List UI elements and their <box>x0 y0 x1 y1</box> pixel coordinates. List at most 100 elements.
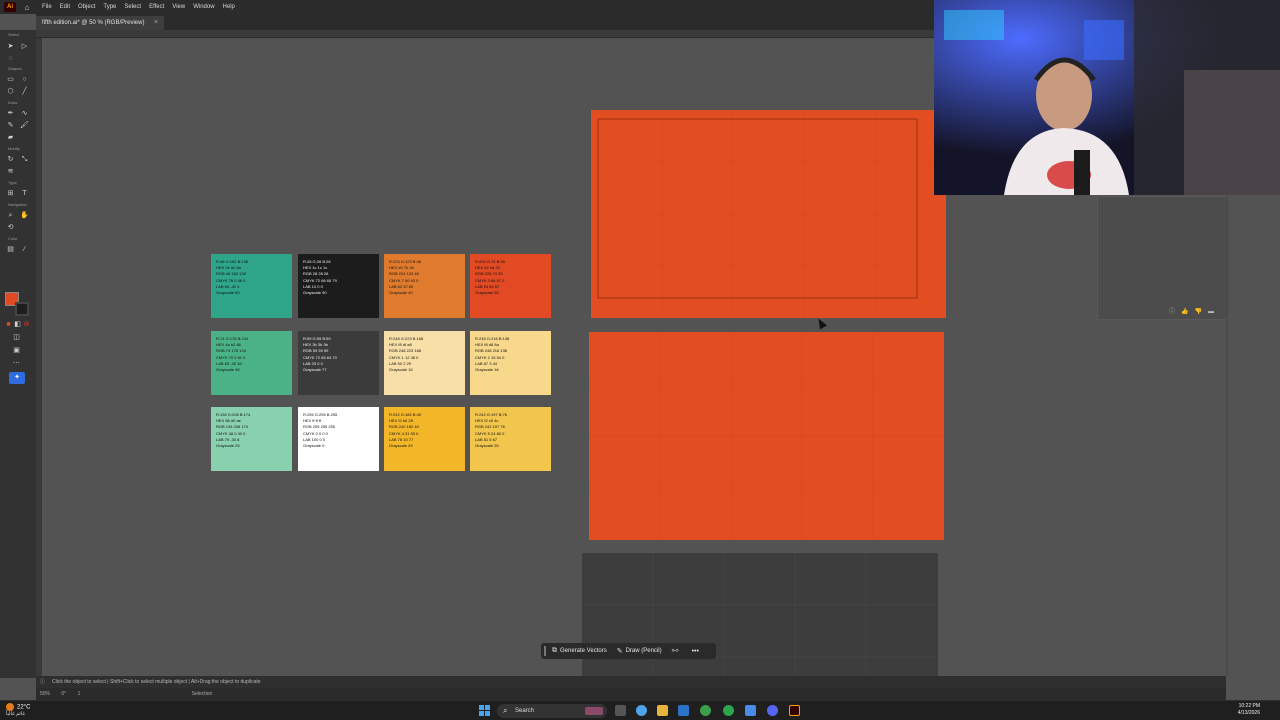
swatch-value: Grayscale 90 <box>303 290 327 296</box>
color-swatch[interactable]: R:28 G:28 B:28 HEX 1c 1c 1c RGB 28 28 28 CM… <box>298 254 379 318</box>
artboard-orange-top[interactable] <box>591 110 946 318</box>
direct-selection-tool-icon[interactable]: ▷ <box>20 42 29 51</box>
task-view-icon[interactable] <box>615 705 626 716</box>
home-icon[interactable]: ⌂ <box>20 3 34 12</box>
generate-vectors-button[interactable]: ⧉ Generate Vectors <box>552 647 607 655</box>
thumbs-up-icon[interactable]: 👍 <box>1181 309 1194 315</box>
link-button[interactable]: ⧟ <box>672 647 682 655</box>
ellipse-tool-icon[interactable]: ○ <box>20 75 29 84</box>
toolbar-section-draw: Draw <box>8 100 18 105</box>
lasso-tool-icon[interactable]: ◌ <box>6 54 15 63</box>
draw-pencil-button[interactable]: ✎ Draw (Pencil) <box>617 647 662 655</box>
artboard-navigator[interactable]: 1 <box>78 691 81 697</box>
color-swatch[interactable]: R:242 G:197 B:76 HEX f2 c5 4c RGB 242 197 … <box>470 407 551 471</box>
color-swatch[interactable]: R:242 G:182 B:40 HEX f2 b6 28 RGB 242 182 … <box>384 407 465 471</box>
brush-tool-icon[interactable]: 🖌 <box>20 121 29 130</box>
color-swatch[interactable]: R:255 G:255 B:255 HEX ff ff ff RGB 255 255… <box>298 407 379 471</box>
gradient-tool-icon[interactable]: ▤ <box>6 245 15 254</box>
comments-panel[interactable]: ⓘ👍👎▬ <box>1097 196 1227 320</box>
taskbar-search[interactable]: ⌕ Search <box>497 704 607 718</box>
color-mode-icon[interactable]: ■ <box>4 320 13 329</box>
menu-window[interactable]: Window <box>189 4 218 10</box>
toolbar-section-modify: Modify <box>8 146 20 151</box>
file-explorer-icon[interactable] <box>657 705 668 716</box>
color-swatch[interactable]: R:248 G:216 B:138 HEX f8 d8 8a RGB 248 216… <box>470 331 551 395</box>
warp-tool-icon[interactable]: ≋ <box>6 167 15 176</box>
color-swatch[interactable]: R:59 G:59 B:59 HEX 3b 3b 3b RGB 59 59 59 CM… <box>298 331 379 395</box>
hand-tool-icon[interactable]: ✋ <box>20 211 29 220</box>
rotate-view-tool-icon[interactable]: ⟲ <box>6 223 15 232</box>
current-tool-status[interactable]: Selection <box>192 691 213 697</box>
close-icon[interactable]: × <box>154 19 158 26</box>
swatch-value: Grayscale 55 <box>475 290 499 296</box>
color-swatch[interactable]: R:136 G:208 B:174 HEX 88 d0 ae RGB 136 208… <box>211 407 292 471</box>
menu-view[interactable]: View <box>168 4 189 10</box>
pencil-tool-icon[interactable]: ✎ <box>6 121 15 130</box>
browser-icon[interactable] <box>723 705 734 716</box>
draw-mode-icon[interactable]: ◫ <box>12 333 21 342</box>
toolbar-section-shapes: Shapes <box>8 66 22 71</box>
search-icon: ⌕ <box>503 706 508 715</box>
menu-object[interactable]: Object <box>74 4 99 10</box>
app-icon[interactable] <box>745 705 756 716</box>
curvature-tool-icon[interactable]: ∿ <box>20 109 29 118</box>
rotation-level[interactable]: 0° <box>61 691 66 697</box>
artboard-orange-bottom[interactable] <box>589 332 944 540</box>
gradient-mode-icon[interactable]: ◧ <box>13 320 22 329</box>
color-swatch[interactable]: R:74 G:178 B:134 HEX 4a b2 86 RGB 74 178 1… <box>211 331 292 395</box>
rotate-tool-icon[interactable]: ↻ <box>6 155 15 164</box>
system-clock[interactable]: 10:22 PM 4/13/2026 <box>1238 703 1260 717</box>
artboard-tool-icon[interactable]: ⊞ <box>6 189 15 198</box>
menu-select[interactable]: Select <box>120 4 145 10</box>
thumbs-down-icon[interactable]: 👎 <box>1195 309 1208 315</box>
discord-icon[interactable] <box>767 705 778 716</box>
generative-ai-icon[interactable]: ✦ <box>9 372 25 384</box>
more-tools-icon[interactable]: ⋯ <box>12 359 21 368</box>
vertical-ruler[interactable] <box>36 38 42 676</box>
pen-tool-icon[interactable]: ✒ <box>6 109 15 118</box>
selection-tool-icon[interactable]: ➤ <box>6 42 15 51</box>
color-swatch[interactable]: R:248 G:223 B:168 HEX f8 df a8 RGB 248 223… <box>384 331 465 395</box>
polygon-tool-icon[interactable]: ⬡ <box>6 87 15 96</box>
color-swatch[interactable]: R:224 G:123 B:46 HEX e0 7b 2e RGB 224 123 … <box>384 254 465 318</box>
zoom-level[interactable]: 50% <box>40 691 50 697</box>
comment-icon[interactable]: ▬ <box>1208 309 1220 315</box>
menu-type[interactable]: Type <box>99 4 120 10</box>
document-tab[interactable]: fifth edition.ai* @ 50 % (RGB/Preview) × <box>36 16 164 30</box>
info-icon[interactable]: ⓘ <box>1169 309 1181 315</box>
rectangle-tool-icon[interactable]: ▭ <box>6 75 15 84</box>
drag-handle[interactable] <box>544 646 546 656</box>
zoom-tool-icon[interactable]: ⌕ <box>6 211 15 220</box>
outlook-icon[interactable] <box>678 705 689 716</box>
horizontal-ruler[interactable] <box>36 30 936 38</box>
swatch-value: Grayscale 29 <box>389 443 413 449</box>
chrome-icon[interactable] <box>700 705 711 716</box>
type-tool-icon[interactable]: T <box>20 189 29 198</box>
windows-start-icon[interactable] <box>479 705 490 716</box>
color-swatch[interactable]: R:226 G:74 B:35 HEX e2 4a 23 RGB 226 74 35… <box>470 254 551 318</box>
menu-file[interactable]: File <box>38 4 56 10</box>
line-tool-icon[interactable]: ╱ <box>20 87 29 96</box>
swatch-value: Grayscale 77 <box>303 367 327 373</box>
clock-time: 10:22 PM <box>1238 703 1260 709</box>
menu-effect[interactable]: Effect <box>145 4 168 10</box>
scale-tool-icon[interactable]: ⤡ <box>20 155 29 164</box>
illustrator-taskbar-icon[interactable] <box>789 705 800 716</box>
weather-widget[interactable]: 22°C غائم غالباً <box>6 703 30 718</box>
eraser-tool-icon[interactable]: ▰ <box>6 133 15 142</box>
menu-help[interactable]: Help <box>219 4 239 10</box>
temperature: 22°C <box>17 704 31 711</box>
vertical-scrollbar[interactable] <box>1226 196 1228 676</box>
status-hint-text: Click the object to select | Shift+Click… <box>52 679 261 685</box>
copilot-icon[interactable] <box>636 705 647 716</box>
search-label: Search <box>515 708 535 714</box>
eyedropper-tool-icon[interactable]: ⁄ <box>20 245 29 254</box>
color-swatch[interactable]: R:46 G:162 B:138 HEX 2e a2 8a RGB 46 162 1… <box>211 254 292 318</box>
stroke-color-swatch[interactable] <box>15 302 29 316</box>
more-options-button[interactable]: ••• <box>692 648 699 655</box>
artboard-grid <box>589 332 944 540</box>
menu-edit[interactable]: Edit <box>56 4 74 10</box>
screen-mode-icon[interactable]: ▣ <box>12 346 21 355</box>
toolbar-section-select: Select <box>8 32 20 37</box>
none-mode-icon[interactable]: ⊘ <box>22 320 31 329</box>
